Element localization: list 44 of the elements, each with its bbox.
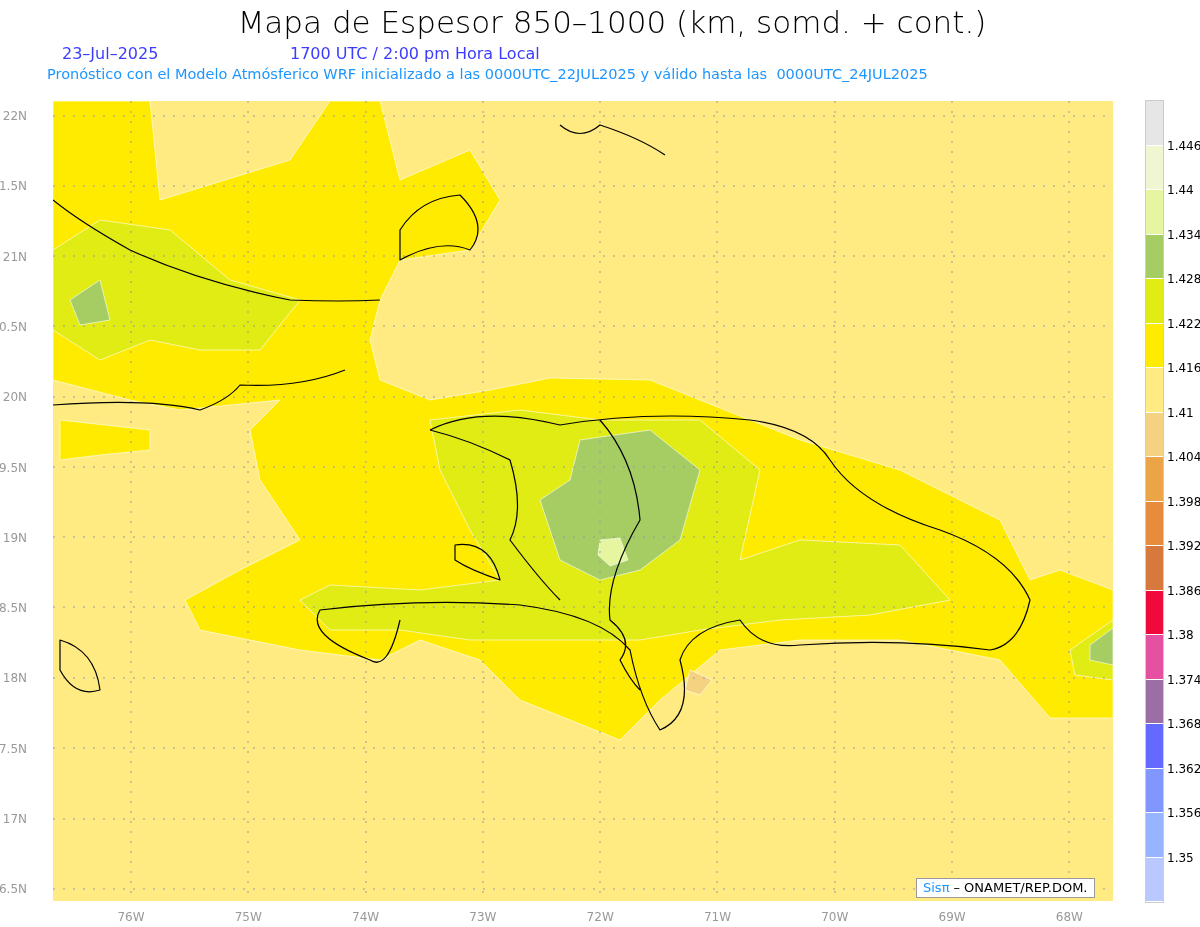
scale-label: 1.35 <box>1167 850 1194 865</box>
longitude-label: 70W <box>820 910 850 924</box>
longitude-label: 75W <box>233 910 263 924</box>
latitude-label: 8.5N <box>0 601 27 616</box>
latitude-label: 22N <box>2 109 27 123</box>
brand-name: Sisπ <box>923 879 950 898</box>
scale-label: 1.356 <box>1167 806 1200 820</box>
latitude-label: 18N <box>2 671 27 686</box>
forecast-date: 23–Jul–2025 <box>62 44 160 64</box>
scale-label: 1.416 <box>1167 361 1200 375</box>
scale-label: 1.434 <box>1167 227 1200 242</box>
longitude-label: 72W <box>585 910 615 924</box>
longitude-label: 74W <box>351 910 381 924</box>
scale-label: 1.374 <box>1167 672 1200 687</box>
latitude-label: 7.5N <box>0 741 27 756</box>
latitude-label: 21N <box>2 249 27 264</box>
scale-label: 1.446 <box>1167 138 1200 153</box>
forecast-subtitle: Pronóstico con el Modelo Atmósferico WRF inicializado a las 0000UTC_22JUL2025 y válido hasta las 0000UTC_24JUL2025 <box>46 65 929 84</box>
scale-label: 1.386 <box>1167 583 1200 598</box>
longitude-label: 71W <box>702 910 733 924</box>
longitude-label: 68W <box>1054 910 1084 924</box>
latitude-label: 17N <box>2 812 27 826</box>
scale-label: 1.362 <box>1167 761 1200 776</box>
credit-text: – ONAMET/REP.DOM. <box>953 879 1088 898</box>
scale-label: 1.398 <box>1167 494 1200 509</box>
latitude-label: 1.5N <box>0 179 27 194</box>
scale-label: 1.404 <box>1167 450 1200 464</box>
latitude-label: 6.5N <box>0 882 27 897</box>
forecast-time: 1700 UTC / 2:00 pm Hora Local <box>290 44 540 64</box>
longitude-label: 73W <box>468 910 498 924</box>
latitude-label: 0.5N <box>0 319 27 334</box>
longitude-label: 69W <box>937 910 967 924</box>
scale-label: 1.41 <box>1167 405 1194 420</box>
scale-label: 1.368 <box>1167 717 1200 731</box>
map-title: Mapa de Espesor 850–1000 (km, somd. + cont.) <box>237 3 987 42</box>
longitude-label: 76W <box>116 910 146 924</box>
scale-label: 1.392 <box>1167 539 1200 553</box>
scale-label: 1.44 <box>1167 183 1194 197</box>
scale-label: 1.428 <box>1167 272 1200 286</box>
latitude-label: 9.5N <box>0 460 27 475</box>
scale-label: 1.38 <box>1167 628 1194 642</box>
latitude-label: 20N <box>2 390 27 405</box>
latitude-label: 19N <box>2 530 27 545</box>
scale-label: 1.422 <box>1167 316 1200 331</box>
